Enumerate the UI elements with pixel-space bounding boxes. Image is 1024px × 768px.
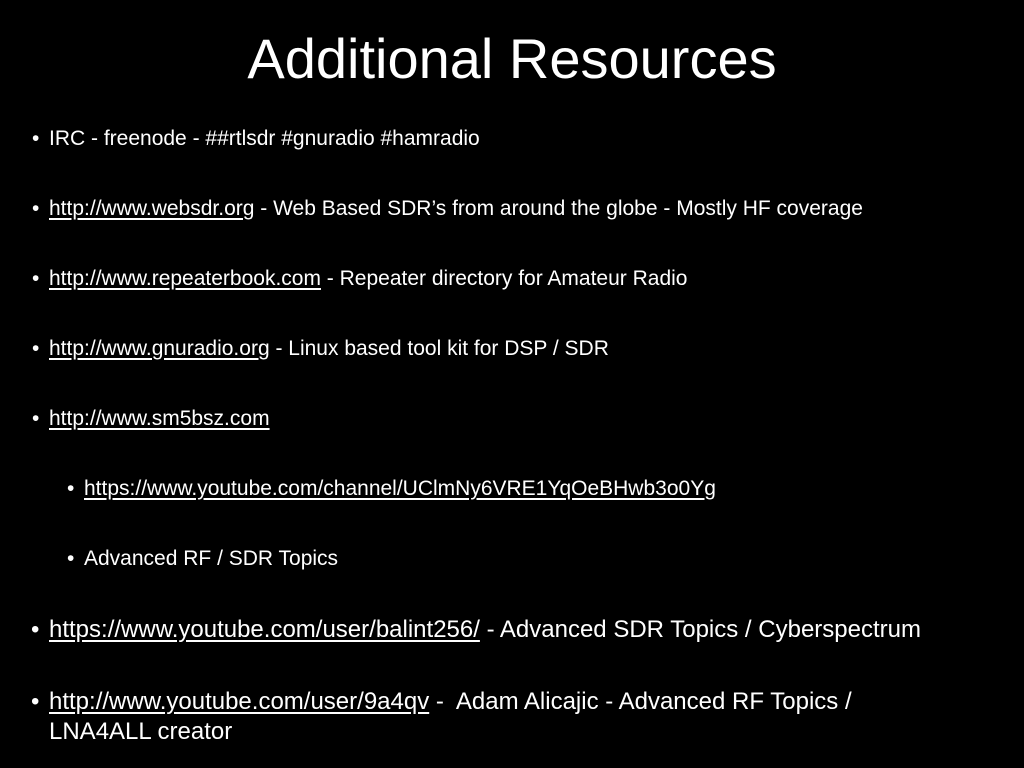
list-item-gnuradio: • http://www.gnuradio.org - Linux based … [32, 334, 609, 364]
sm5bsz-link[interactable]: http://www.sm5bsz.com [49, 407, 270, 430]
gnuradio-link[interactable]: http://www.gnuradio.org [49, 337, 270, 360]
bullet: • [32, 197, 40, 220]
item-text: Advanced RF / SDR Topics [84, 547, 339, 570]
item-text: - Repeater directory for Amateur Radio [320, 267, 688, 290]
9a4qv-link[interactable]: http://www.youtube.com/user/9a4qv [49, 688, 429, 715]
sub-item-youtube-channel: • https://www.youtube.com/channel/UClmNy… [67, 474, 716, 504]
item-text: - Linux based tool kit for DSP / SDR [269, 337, 609, 360]
item-text: - Advanced SDR Topics / Cyberspectrum [479, 616, 921, 643]
list-item-irc: • IRC - freenode - ##rtlsdr #gnuradio #h… [32, 124, 480, 154]
item-text: - Web Based SDR’s from around the globe … [254, 197, 863, 220]
balint256-link[interactable]: https://www.youtube.com/user/balint256/ [49, 616, 480, 643]
bullet: • [67, 547, 75, 570]
list-item-websdr: • http://www.websdr.org - Web Based SDR’… [32, 194, 863, 224]
item-text: IRC - freenode - ##rtlsdr #gnuradio #ham… [49, 127, 480, 150]
slide-title: Additional Resources [247, 27, 777, 90]
repeaterbook-link[interactable]: http://www.repeaterbook.com [49, 267, 321, 290]
list-item-sm5bsz: • http://www.sm5bsz.com [32, 404, 270, 434]
websdr-link[interactable]: http://www.websdr.org [49, 197, 254, 220]
bullet: • [32, 337, 40, 360]
list-item-9a4qv: • http://www.youtube.com/user/9a4qv - Ad… [31, 687, 929, 747]
list-item-repeaterbook: • http://www.repeaterbook.com - Repeater… [32, 264, 688, 294]
bullet: • [32, 127, 40, 150]
bullet: • [32, 407, 40, 430]
bullet: • [67, 477, 75, 500]
bullet: • [31, 616, 40, 643]
sub-item-topics: • Advanced RF / SDR Topics [67, 544, 339, 574]
bullet: • [32, 267, 40, 290]
youtube-channel-link[interactable]: https://www.youtube.com/channel/UClmNy6V… [84, 477, 716, 500]
list-item-balint256: • https://www.youtube.com/user/balint256… [31, 615, 921, 645]
bullet: • [31, 688, 40, 715]
